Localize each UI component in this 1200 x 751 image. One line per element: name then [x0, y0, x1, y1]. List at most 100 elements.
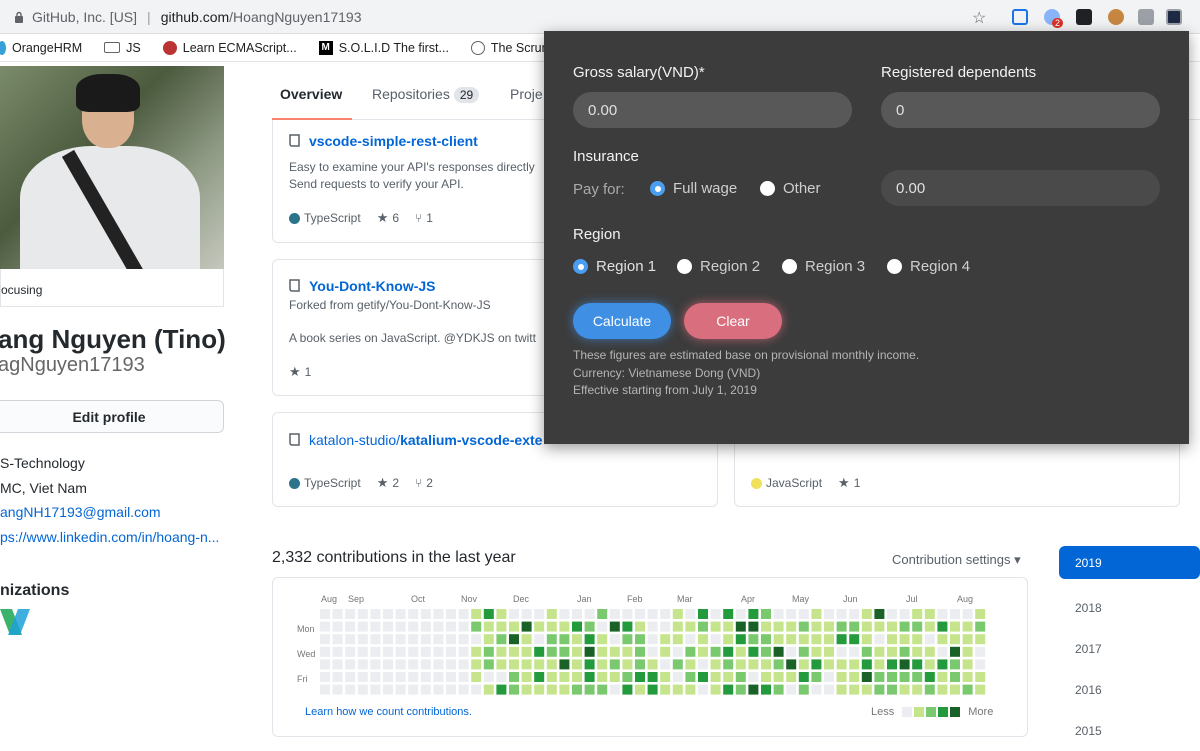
contribution-day[interactable]	[811, 684, 822, 695]
contribution-day[interactable]	[395, 634, 406, 645]
contribution-day[interactable]	[912, 646, 923, 657]
repo-forks[interactable]: ⑂ 1	[415, 211, 433, 225]
contribution-day[interactable]	[320, 621, 330, 632]
contribution-day[interactable]	[408, 609, 419, 619]
contribution-day[interactable]	[735, 621, 746, 632]
contribution-day[interactable]	[446, 672, 456, 682]
contribution-day[interactable]	[458, 609, 469, 619]
contribution-day[interactable]	[597, 646, 608, 657]
contribution-day[interactable]	[811, 659, 822, 670]
contribution-day[interactable]	[723, 672, 734, 682]
contribution-day[interactable]	[899, 609, 910, 619]
contribution-day[interactable]	[861, 646, 872, 657]
contribution-day[interactable]	[332, 684, 343, 695]
contribution-day[interactable]	[748, 684, 759, 695]
contribution-day[interactable]	[635, 684, 645, 695]
contribution-day[interactable]	[446, 634, 456, 645]
contribution-day[interactable]	[824, 609, 834, 619]
contribution-day[interactable]	[761, 684, 771, 695]
contribution-day[interactable]	[357, 659, 368, 670]
contribution-day[interactable]	[635, 672, 645, 682]
year-2019[interactable]: 2019	[1059, 546, 1200, 579]
contribution-day[interactable]	[395, 672, 406, 682]
contribution-day[interactable]	[698, 621, 708, 632]
contribution-day[interactable]	[370, 646, 381, 657]
contribution-day[interactable]	[332, 659, 343, 670]
contribution-day[interactable]	[521, 609, 532, 619]
clear-button[interactable]: Clear	[684, 303, 782, 339]
contribution-day[interactable]	[609, 634, 620, 645]
contribution-day[interactable]	[370, 609, 381, 619]
contribution-day[interactable]	[836, 646, 847, 657]
contribution-day[interactable]	[496, 684, 507, 695]
contribution-day[interactable]	[798, 684, 809, 695]
contribution-day[interactable]	[483, 609, 494, 619]
contribution-day[interactable]	[698, 672, 708, 682]
contribution-day[interactable]	[849, 609, 860, 619]
contribution-day[interactable]	[899, 646, 910, 657]
contribution-day[interactable]	[383, 672, 393, 682]
contribution-day[interactable]	[836, 634, 847, 645]
contribution-day[interactable]	[496, 609, 507, 619]
contribution-day[interactable]	[735, 672, 746, 682]
contribution-day[interactable]	[672, 646, 683, 657]
bookmark-ecmascript[interactable]: Learn ECMAScript...	[162, 40, 297, 55]
edit-profile-button[interactable]: Edit profile	[0, 400, 224, 433]
salary-extension-icon[interactable]	[1166, 9, 1182, 25]
contribution-day[interactable]	[446, 646, 456, 657]
repo-stars[interactable]: ★ 1	[289, 364, 311, 380]
contribution-day[interactable]	[899, 684, 910, 695]
x-extension-icon[interactable]	[1076, 9, 1092, 25]
contribution-day[interactable]	[824, 646, 834, 657]
contribution-day[interactable]	[950, 684, 960, 695]
contribution-day[interactable]	[660, 684, 671, 695]
contribution-day[interactable]	[559, 634, 570, 645]
contribution-day[interactable]	[433, 646, 444, 657]
contribution-day[interactable]	[887, 684, 897, 695]
contribution-day[interactable]	[710, 634, 721, 645]
contribution-day[interactable]	[647, 646, 658, 657]
contribution-settings-dropdown[interactable]: Contribution settings ▾	[892, 552, 1021, 568]
contribution-day[interactable]	[660, 621, 671, 632]
contribution-day[interactable]	[509, 621, 519, 632]
contribution-day[interactable]	[937, 684, 948, 695]
contribution-day[interactable]	[320, 609, 330, 619]
contribution-day[interactable]	[458, 634, 469, 645]
contribution-day[interactable]	[786, 634, 797, 645]
contribution-day[interactable]	[383, 621, 393, 632]
contribution-day[interactable]	[924, 634, 935, 645]
contribution-day[interactable]	[546, 609, 557, 619]
contribution-day[interactable]	[320, 634, 330, 645]
repo-link[interactable]: vscode-simple-rest-client	[289, 133, 478, 149]
contribution-day[interactable]	[357, 621, 368, 632]
contribution-day[interactable]	[937, 672, 948, 682]
contribution-day[interactable]	[698, 609, 708, 619]
contribution-day[interactable]	[509, 659, 519, 670]
contribution-day[interactable]	[433, 609, 444, 619]
contribution-day[interactable]	[798, 634, 809, 645]
contribution-day[interactable]	[597, 672, 608, 682]
year-2015[interactable]: 2015	[1059, 710, 1200, 751]
contribution-day[interactable]	[332, 634, 343, 645]
contribution-day[interactable]	[824, 659, 834, 670]
contribution-day[interactable]	[647, 684, 658, 695]
contribution-day[interactable]	[609, 609, 620, 619]
contribution-day[interactable]	[962, 646, 973, 657]
contribution-day[interactable]	[786, 659, 797, 670]
contribution-day[interactable]	[924, 684, 935, 695]
contribution-day[interactable]	[320, 659, 330, 670]
contribution-day[interactable]	[521, 646, 532, 657]
contribution-day[interactable]	[559, 672, 570, 682]
contribution-day[interactable]	[572, 672, 582, 682]
contribution-day[interactable]	[874, 646, 885, 657]
contribution-day[interactable]	[849, 672, 860, 682]
contribution-day[interactable]	[357, 634, 368, 645]
contribution-day[interactable]	[685, 646, 696, 657]
contribution-day[interactable]	[597, 634, 608, 645]
contribution-day[interactable]	[496, 659, 507, 670]
contribution-day[interactable]	[546, 646, 557, 657]
contribution-day[interactable]	[849, 659, 860, 670]
contribution-day[interactable]	[597, 659, 608, 670]
contribution-day[interactable]	[861, 684, 872, 695]
contribution-day[interactable]	[521, 684, 532, 695]
